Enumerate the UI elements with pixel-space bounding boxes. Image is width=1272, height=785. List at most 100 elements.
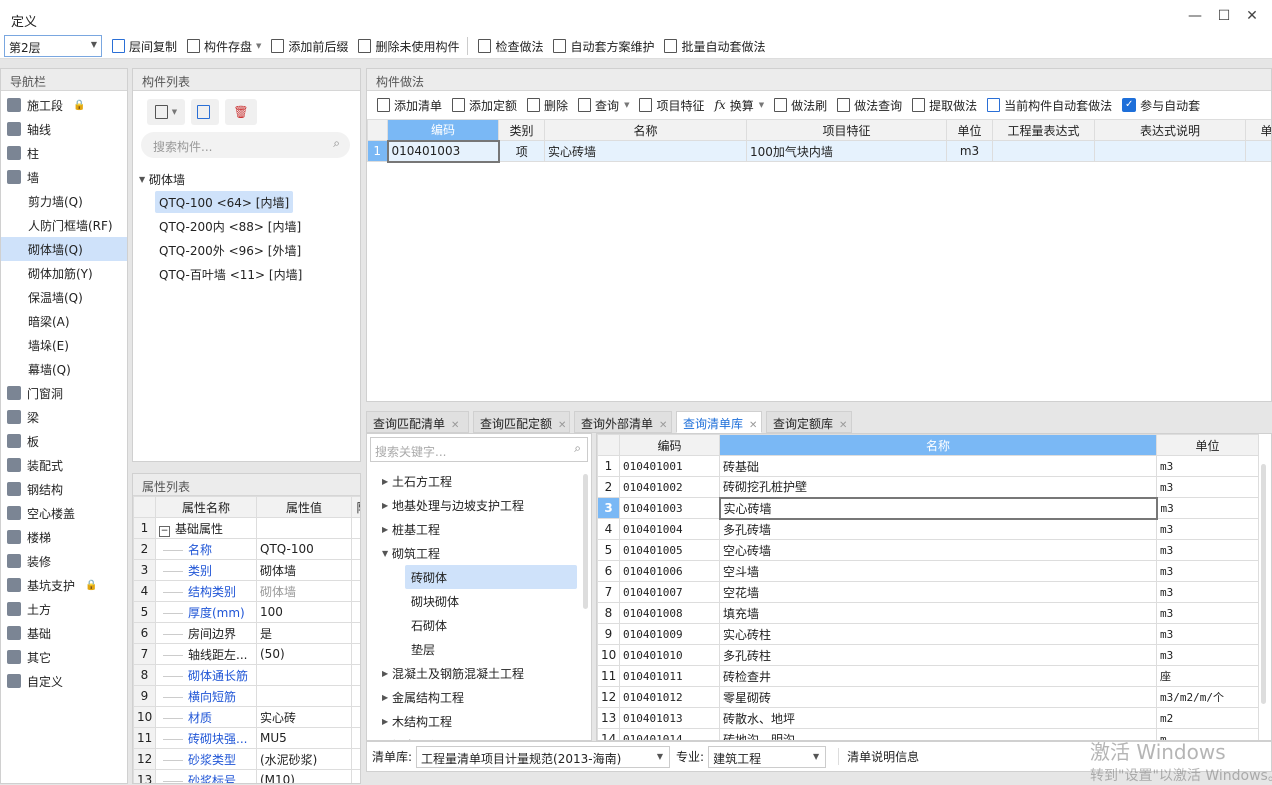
component-item[interactable]: QTQ-200外 <96> [外墙]	[155, 239, 305, 261]
close-tab-icon[interactable]: ✕	[558, 420, 566, 431]
cell-code[interactable]: 010401010	[620, 645, 720, 666]
query-tab[interactable]: 查询清单库✕	[676, 411, 762, 433]
cell-code[interactable]: 010401012	[620, 687, 720, 708]
nav-item[interactable]: 钢结构	[1, 477, 127, 501]
library-row[interactable]: 2010401002砖砌挖孔桩护壁m3	[598, 477, 1259, 498]
nav-item[interactable]: 装配式	[1, 453, 127, 477]
method-toolbar-button[interactable]: 做法刷	[774, 97, 827, 114]
cell-name[interactable]: 实心砖墙	[545, 141, 747, 162]
nav-item[interactable]: 幕墙(Q)	[1, 357, 127, 381]
property-value[interactable]: 100	[257, 602, 352, 623]
library-row[interactable]: 9010401009实心砖柱m3	[598, 624, 1259, 645]
cell-code[interactable]: 010401006	[620, 561, 720, 582]
cell-code[interactable]: 010401013	[620, 708, 720, 729]
close-tab-icon[interactable]: ✕	[659, 420, 667, 431]
close-tab-icon[interactable]: ✕	[839, 420, 847, 431]
cell-type[interactable]: 项	[499, 141, 545, 162]
property-row[interactable]: 1−基础属性	[134, 518, 362, 539]
nav-item[interactable]: 空心楼盖	[1, 501, 127, 525]
nav-item[interactable]: 柱	[1, 141, 127, 165]
cell-unit[interactable]: m3	[1157, 540, 1259, 561]
toolbar-button[interactable]: 检查做法	[478, 38, 543, 55]
toolbar-button[interactable]: 自动套方案维护	[553, 38, 654, 55]
property-row[interactable]: 4结构类别砌体墙	[134, 581, 362, 602]
cell-name[interactable]: 零星砌砖	[720, 687, 1157, 708]
property-value[interactable]: 砌体墙	[257, 560, 352, 581]
nav-item[interactable]: 其它	[1, 645, 127, 669]
nav-item[interactable]: 暗梁(A)	[1, 309, 127, 333]
query-tab[interactable]: 查询定额库✕	[766, 411, 852, 433]
property-value[interactable]: (水泥砂浆)	[257, 749, 352, 770]
nav-item[interactable]: 门窗洞	[1, 381, 127, 405]
component-search-input[interactable]: 搜索构件... ⌕	[141, 132, 350, 158]
cell-code[interactable]: 010401003	[620, 498, 720, 519]
cell-unit[interactable]: m	[1157, 729, 1259, 742]
toolbar-button[interactable]: 层间复制	[112, 38, 177, 55]
cell-name[interactable]: 实心砖墙	[720, 498, 1157, 519]
cell-code[interactable]: 010401001	[620, 456, 720, 477]
tree-item[interactable]: 垫层	[405, 637, 577, 661]
cell-name[interactable]: 实心砖柱	[720, 624, 1157, 645]
tree-item[interactable]: ▶桩基工程	[367, 517, 591, 541]
library-row[interactable]: 3010401003实心砖墙m3	[598, 498, 1259, 519]
cell-feature[interactable]: 100加气块内墙	[747, 141, 947, 162]
method-toolbar-button[interactable]: 添加清单	[377, 97, 442, 114]
property-row[interactable]: 11砖砌块强...MU5	[134, 728, 362, 749]
maximize-button[interactable]: ☐	[1214, 8, 1234, 28]
cell-desc[interactable]	[1095, 141, 1246, 162]
cell-name[interactable]: 砖基础	[720, 456, 1157, 477]
library-row[interactable]: 8010401008填充墙m3	[598, 603, 1259, 624]
library-row[interactable]: 11010401011砖检查井座	[598, 666, 1259, 687]
property-row[interactable]: 8砌体通长筋	[134, 665, 362, 686]
property-row[interactable]: 12砂浆类型(水泥砂浆)	[134, 749, 362, 770]
property-value[interactable]: QTQ-100	[257, 539, 352, 560]
cell-name[interactable]: 砖检查井	[720, 666, 1157, 687]
cell-name[interactable]: 多孔砖墙	[720, 519, 1157, 540]
property-row[interactable]: 7轴线距左...(50)	[134, 644, 362, 665]
tree-item[interactable]: ▶门窗工程	[367, 733, 591, 741]
delete-component-button[interactable]: 🗑	[225, 99, 257, 125]
library-row[interactable]: 13010401013砖散水、地坪m2	[598, 708, 1259, 729]
property-value[interactable]	[257, 665, 352, 686]
collapse-icon[interactable]: −	[159, 526, 170, 537]
nav-item[interactable]: 轴线	[1, 117, 127, 141]
cell-name[interactable]: 空花墙	[720, 582, 1157, 603]
toolbar-button[interactable]: 批量自动套做法	[664, 38, 765, 55]
query-tab[interactable]: 查询匹配定额✕	[473, 411, 570, 433]
cell-unit[interactable]: 座	[1157, 666, 1259, 687]
nav-item[interactable]: 基坑支护🔒	[1, 573, 127, 597]
cell-name[interactable]: 砖散水、地坪	[720, 708, 1157, 729]
cell-unit[interactable]: m3	[1157, 624, 1259, 645]
property-value[interactable]: MU5	[257, 728, 352, 749]
cell-name[interactable]: 空斗墙	[720, 561, 1157, 582]
nav-item[interactable]: 人防门框墙(RF)	[1, 213, 127, 237]
query-tab[interactable]: 查询匹配清单✕	[366, 411, 469, 433]
new-component-button[interactable]: ▼	[147, 99, 185, 125]
method-toolbar-button[interactable]: 做法查询	[837, 97, 902, 114]
nav-item[interactable]: 梁	[1, 405, 127, 429]
cell-code[interactable]: 010401014	[620, 729, 720, 742]
library-row[interactable]: 5010401005空心砖墙m3	[598, 540, 1259, 561]
property-value[interactable]	[257, 686, 352, 707]
list-scrollbar[interactable]	[1261, 464, 1266, 704]
property-value[interactable]: 是	[257, 623, 352, 644]
method-toolbar-button[interactable]: 查询▼	[578, 97, 629, 114]
cell-unit[interactable]: m3/m2/m/个	[1157, 687, 1259, 708]
copy-component-button[interactable]	[191, 99, 219, 125]
library-row[interactable]: 4010401004多孔砖墙m3	[598, 519, 1259, 540]
method-toolbar-button[interactable]: fx换算▼	[714, 97, 764, 114]
close-tab-icon[interactable]: ✕	[749, 420, 757, 431]
method-toolbar-button[interactable]: 项目特征	[639, 97, 704, 114]
cell-unit[interactable]: m3	[1157, 561, 1259, 582]
toolbar-button[interactable]: 添加前后缀	[271, 38, 348, 55]
query-tab[interactable]: 查询外部清单✕	[574, 411, 672, 433]
nav-item[interactable]: 墙	[1, 165, 127, 189]
tree-item[interactable]: ▶土石方工程	[367, 469, 591, 493]
method-toolbar-button[interactable]: 添加定额	[452, 97, 517, 114]
cell-code[interactable]: 010401011	[620, 666, 720, 687]
property-row[interactable]: 9横向短筋	[134, 686, 362, 707]
property-row[interactable]: 6房间边界是	[134, 623, 362, 644]
cell-name[interactable]: 空心砖墙	[720, 540, 1157, 561]
property-row[interactable]: 5厚度(mm)100	[134, 602, 362, 623]
minimize-button[interactable]: —	[1185, 8, 1205, 28]
